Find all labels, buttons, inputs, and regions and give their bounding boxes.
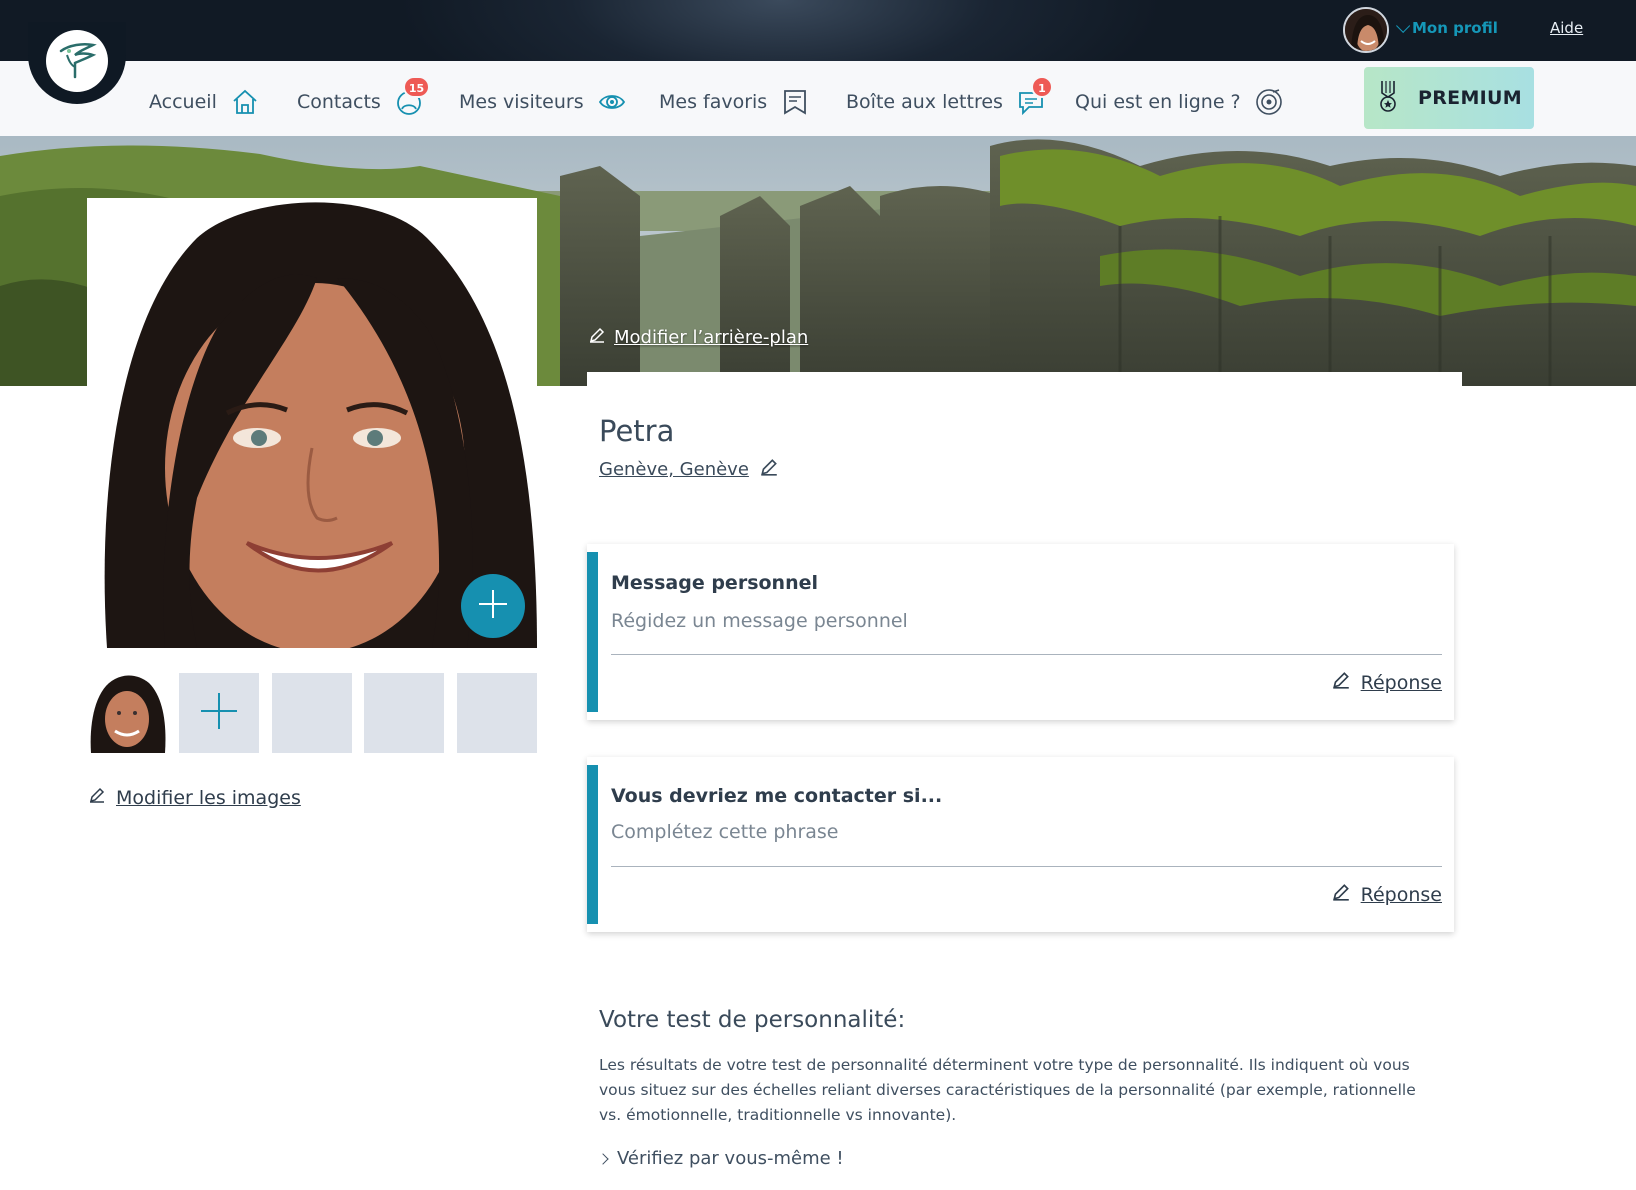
my-profile-menu[interactable]: Mon profil <box>1396 18 1498 37</box>
empty-thumbnail-slot[interactable] <box>272 673 352 753</box>
nav-home-label: Accueil <box>149 91 217 113</box>
portrait-illustration <box>87 198 537 648</box>
card-title: Vous devriez me contacter si... <box>611 785 943 807</box>
plus-icon <box>477 588 509 624</box>
home-icon <box>231 88 259 116</box>
nav-contacts[interactable]: Contacts 15 <box>297 76 431 116</box>
personal-message-input[interactable]: Régidez un message personnel <box>611 610 908 632</box>
profile-name: Petra <box>599 414 675 448</box>
divider <box>611 654 1442 655</box>
photo-thumbnail[interactable] <box>87 673 167 753</box>
top-bar: Mon profil Aide <box>0 0 1636 61</box>
pencil-icon <box>1331 670 1351 695</box>
divider <box>611 866 1442 867</box>
reply-label: Réponse <box>1360 883 1442 906</box>
profile-header-card <box>587 372 1462 512</box>
bird-logo-icon <box>46 30 108 92</box>
pencil-icon <box>588 326 606 349</box>
edit-background-link[interactable]: Modifier l’arrière-plan <box>588 326 808 349</box>
nav-online-label: Qui est en ligne ? <box>1075 91 1241 113</box>
add-thumbnail-button[interactable] <box>179 673 259 753</box>
contact-me-if-card: Vous devriez me contacter si... Compléte… <box>587 757 1454 932</box>
edit-images-label: Modifier les images <box>116 786 301 809</box>
nav-contacts-label: Contacts <box>297 91 381 113</box>
mailbox-badge: 1 <box>1030 76 1053 98</box>
verify-yourself-link[interactable]: Vérifiez par vous-même ! <box>597 1148 844 1169</box>
contact-me-if-input[interactable]: Complétez cette phrase <box>611 821 839 843</box>
avatar[interactable] <box>1343 7 1389 53</box>
nav-favorites[interactable]: Mes favoris <box>659 88 809 116</box>
verify-label: Vérifiez par vous-même ! <box>617 1148 844 1169</box>
card-accent-bar <box>587 552 598 712</box>
portrait-thumbnail-illustration <box>90 675 166 753</box>
premium-button[interactable]: PREMIUM <box>1364 67 1534 129</box>
nav-visitors[interactable]: Mes visiteurs <box>459 88 626 116</box>
my-profile-label: Mon profil <box>1412 19 1498 37</box>
personality-title: Votre test de personnalité: <box>599 1007 906 1033</box>
pencil-icon <box>759 457 779 482</box>
nav-mailbox-label: Boîte aux lettres <box>846 91 1003 113</box>
card-accent-bar <box>587 765 598 924</box>
reply-label: Réponse <box>1360 671 1442 694</box>
premium-label: PREMIUM <box>1418 87 1522 109</box>
mail-chat-icon: 1 <box>1017 76 1053 116</box>
online-target-icon <box>1255 88 1283 116</box>
nav-mailbox[interactable]: Boîte aux lettres 1 <box>846 76 1053 116</box>
reply-button[interactable]: Réponse <box>1331 882 1442 907</box>
card-title: Message personnel <box>611 572 819 594</box>
location-label: Genève, Genève <box>599 459 749 480</box>
nav-online[interactable]: Qui est en ligne ? <box>1075 88 1283 116</box>
help-link[interactable]: Aide <box>1550 19 1583 37</box>
pencil-icon <box>1331 882 1351 907</box>
nav-visitors-label: Mes visiteurs <box>459 91 584 113</box>
empty-thumbnail-slot[interactable] <box>457 673 537 753</box>
pencil-icon <box>88 786 106 809</box>
edit-background-label: Modifier l’arrière-plan <box>614 327 809 348</box>
contacts-icon: 15 <box>395 76 431 116</box>
contacts-badge: 15 <box>402 76 431 98</box>
edit-images-link[interactable]: Modifier les images <box>88 786 301 809</box>
chevron-down-icon <box>1396 18 1411 33</box>
chevron-right-icon <box>597 1152 609 1165</box>
empty-thumbnail-slot[interactable] <box>364 673 444 753</box>
plus-icon <box>199 691 239 735</box>
bookmark-icon <box>781 88 809 116</box>
main-profile-photo[interactable] <box>87 198 537 648</box>
location-link[interactable]: Genève, Genève <box>599 457 779 482</box>
nav-favorites-label: Mes favoris <box>659 91 768 113</box>
nav-home[interactable]: Accueil <box>149 88 259 116</box>
medal-icon <box>1376 79 1400 117</box>
reply-button[interactable]: Réponse <box>1331 670 1442 695</box>
personal-message-card: Message personnel Régidez un message per… <box>587 544 1454 720</box>
add-photo-button[interactable] <box>461 574 525 638</box>
personality-description: Les résultats de votre test de personnal… <box>599 1056 1416 1124</box>
eye-icon <box>598 88 626 116</box>
